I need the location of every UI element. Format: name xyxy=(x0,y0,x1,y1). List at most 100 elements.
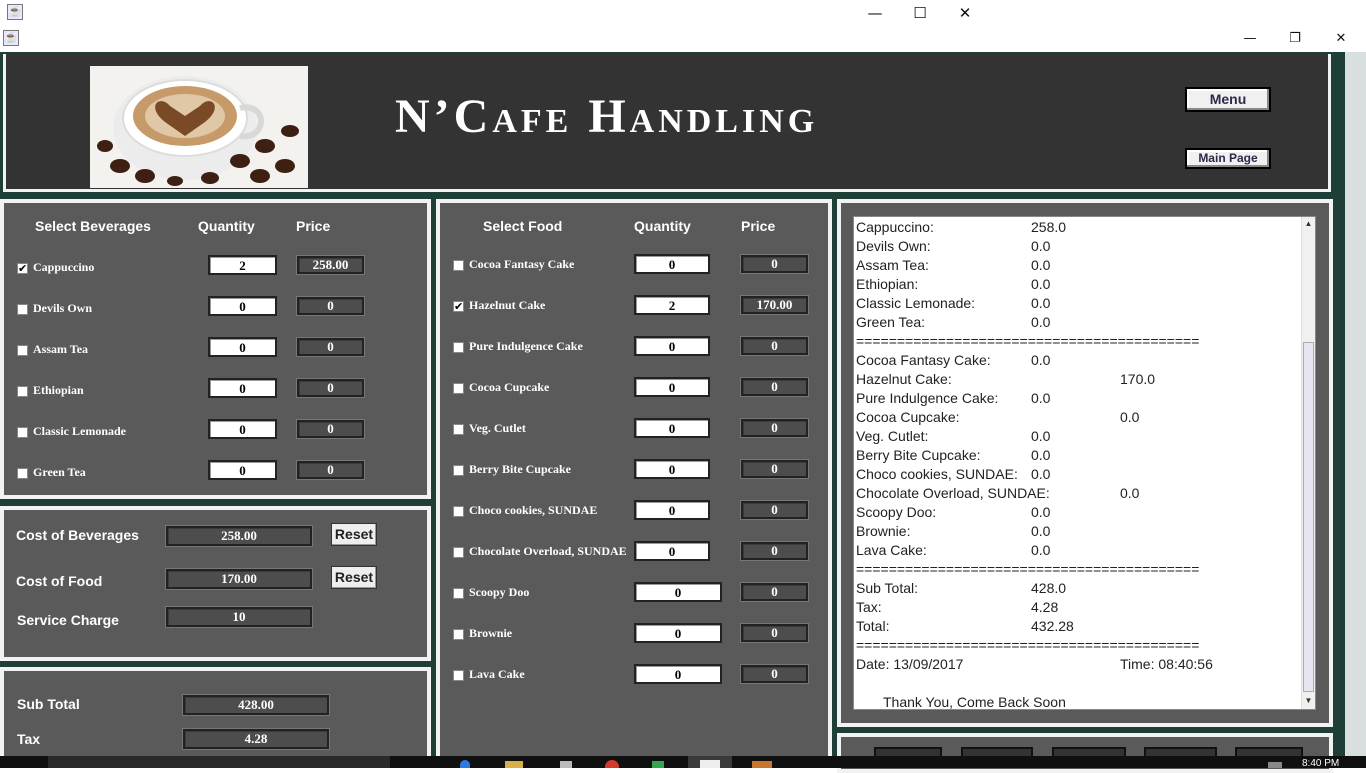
price-field-cocoa-fantasy-cake[interactable]: 0 xyxy=(741,255,808,273)
item-label-classic-lemonade: Classic Lemonade xyxy=(33,424,126,438)
service-charge-label: Service Charge xyxy=(17,612,119,628)
item-label-cocoa-fantasy-cake: Cocoa Fantasy Cake xyxy=(469,257,575,271)
receipt-line-label: Date: 13/09/2017 xyxy=(856,656,964,672)
checkbox-hazelnut-cake[interactable]: ✔ xyxy=(453,301,464,312)
checkbox-veg-cutlet[interactable] xyxy=(453,424,464,435)
receipt-textarea[interactable]: Cappuccino: 258.0 Devils Own: 0.0 Assam Tea:… xyxy=(853,216,1316,710)
search-box[interactable] xyxy=(48,756,390,768)
quantity-field-berry-bite-cupcake[interactable]: 0 xyxy=(634,459,710,479)
price-field-scoopy-doo[interactable]: 0 xyxy=(741,583,808,601)
receipt-scrollbar[interactable]: ▲ ▼ xyxy=(1301,217,1315,709)
taskbar-app-icon[interactable] xyxy=(605,760,619,768)
maximize-icon[interactable]: ☐ xyxy=(897,0,943,26)
taskbar-app-icon[interactable] xyxy=(560,761,572,768)
checkbox-scoopy-doo[interactable] xyxy=(453,588,464,599)
quantity-field-cocoa-fantasy-cake[interactable]: 0 xyxy=(634,254,710,274)
price-field-chocolate-overload-sundae[interactable]: 0 xyxy=(741,542,808,560)
scroll-up-icon[interactable]: ▲ xyxy=(1303,218,1314,230)
start-icon[interactable] xyxy=(14,760,34,768)
totals-panel xyxy=(0,667,431,767)
receipt-line-label: Sub Total: xyxy=(856,580,919,596)
taskbar-app-icon[interactable] xyxy=(752,761,772,768)
price-field-lava-cake[interactable]: 0 xyxy=(741,665,808,683)
quantity-field-classic-lemonade[interactable]: 0 xyxy=(208,419,277,439)
checkbox-cocoa-fantasy-cake[interactable] xyxy=(453,260,464,271)
coffee-cup-image xyxy=(97,76,299,186)
quantity-field-veg-cutlet[interactable]: 0 xyxy=(634,418,710,438)
checkbox-pure-indulgence-cake[interactable] xyxy=(453,342,464,353)
taskbar-app-icon[interactable] xyxy=(688,756,732,768)
page-title: N’Cafe Handling xyxy=(395,90,819,143)
receipt-line-label: Assam Tea: xyxy=(856,257,929,273)
quantity-field-lava-cake[interactable]: 0 xyxy=(634,664,722,684)
price-field-cocoa-cupcake[interactable]: 0 xyxy=(741,378,808,396)
restore-icon[interactable]: ❐ xyxy=(1272,26,1318,52)
window-edge xyxy=(1345,52,1366,756)
receipt-line-value: 0.0 xyxy=(1031,352,1051,368)
quantity-field-cocoa-cupcake[interactable]: 0 xyxy=(634,377,710,397)
quantity-field-choco-cookies-sundae[interactable]: 0 xyxy=(634,500,710,520)
price-field-ethiopian[interactable]: 0 xyxy=(297,379,364,397)
taskbar-app-icon[interactable] xyxy=(505,761,523,768)
price-field-classic-lemonade[interactable]: 0 xyxy=(297,420,364,438)
checkbox-ethiopian[interactable] xyxy=(17,386,28,397)
quantity-field-devils-own[interactable]: 0 xyxy=(208,296,277,316)
checkbox-chocolate-overload-sundae[interactable] xyxy=(453,547,464,558)
taskbar-tray-icon[interactable] xyxy=(1268,762,1282,768)
quantity-field-green-tea[interactable]: 0 xyxy=(208,460,277,480)
reset-beverages-button[interactable]: Reset xyxy=(331,523,377,546)
taskbar-app-icon[interactable] xyxy=(652,761,664,768)
minimize-icon[interactable]: — xyxy=(852,0,898,26)
receipt-line-label: Cocoa Cupcake: xyxy=(856,409,960,425)
cost-of-beverages-field[interactable]: 258.00 xyxy=(166,526,312,546)
checkbox-cappuccino[interactable]: ✔ xyxy=(17,263,28,274)
checkbox-classic-lemonade[interactable] xyxy=(17,427,28,438)
price-field-berry-bite-cupcake[interactable]: 0 xyxy=(741,460,808,478)
quantity-field-assam-tea[interactable]: 0 xyxy=(208,337,277,357)
taskbar-clock[interactable]: 8:40 PM xyxy=(1302,758,1339,769)
price-field-pure-indulgence-cake[interactable]: 0 xyxy=(741,337,808,355)
quantity-field-scoopy-doo[interactable]: 0 xyxy=(634,582,722,602)
main-page-button[interactable]: Main Page xyxy=(1185,148,1271,169)
tax-field[interactable]: 4.28 xyxy=(183,729,329,749)
beverages-quantity-heading: Quantity xyxy=(198,218,255,234)
price-field-veg-cutlet[interactable]: 0 xyxy=(741,419,808,437)
close-icon[interactable]: ✕ xyxy=(1318,26,1364,52)
quantity-field-pure-indulgence-cake[interactable]: 0 xyxy=(634,336,710,356)
checkbox-berry-bite-cupcake[interactable] xyxy=(453,465,464,476)
reset-food-button[interactable]: Reset xyxy=(331,566,377,589)
price-field-green-tea[interactable]: 0 xyxy=(297,461,364,479)
close-icon[interactable]: ✕ xyxy=(942,0,988,26)
receipt-line-label: Green Tea: xyxy=(856,314,926,330)
scroll-thumb[interactable] xyxy=(1303,342,1314,692)
checkbox-lava-cake[interactable] xyxy=(453,670,464,681)
quantity-field-ethiopian[interactable]: 0 xyxy=(208,378,277,398)
quantity-field-hazelnut-cake[interactable]: 2 xyxy=(634,295,710,315)
price-field-hazelnut-cake[interactable]: 170.00 xyxy=(741,296,808,314)
cost-of-food-field[interactable]: 170.00 xyxy=(166,569,312,589)
checkbox-cocoa-cupcake[interactable] xyxy=(453,383,464,394)
price-field-devils-own[interactable]: 0 xyxy=(297,297,364,315)
quantity-field-chocolate-overload-sundae[interactable]: 0 xyxy=(634,541,710,561)
receipt-line-label: Berry Bite Cupcake: xyxy=(856,447,981,463)
quantity-field-brownie[interactable]: 0 xyxy=(634,623,722,643)
receipt-line-label: ========================================… xyxy=(856,333,1200,349)
scroll-down-icon[interactable]: ▼ xyxy=(1303,695,1314,707)
checkbox-assam-tea[interactable] xyxy=(17,345,28,356)
subtotal-field[interactable]: 428.00 xyxy=(183,695,329,715)
price-field-cappuccino[interactable]: 258.00 xyxy=(297,256,364,274)
checkbox-green-tea[interactable] xyxy=(17,468,28,479)
quantity-field-cappuccino[interactable]: 2 xyxy=(208,255,277,275)
price-field-choco-cookies-sundae[interactable]: 0 xyxy=(741,501,808,519)
taskbar-app-icon[interactable] xyxy=(460,760,470,768)
coffee-logo xyxy=(90,66,308,188)
checkbox-brownie[interactable] xyxy=(453,629,464,640)
checkbox-choco-cookies-sundae[interactable] xyxy=(453,506,464,517)
price-field-assam-tea[interactable]: 0 xyxy=(297,338,364,356)
service-charge-field[interactable]: 10 xyxy=(166,607,312,627)
checkbox-devils-own[interactable] xyxy=(17,304,28,315)
receipt-line-label: Devils Own: xyxy=(856,238,931,254)
menu-button[interactable]: Menu xyxy=(1185,87,1271,112)
price-field-brownie[interactable]: 0 xyxy=(741,624,808,642)
minimize-icon[interactable]: — xyxy=(1227,26,1273,52)
